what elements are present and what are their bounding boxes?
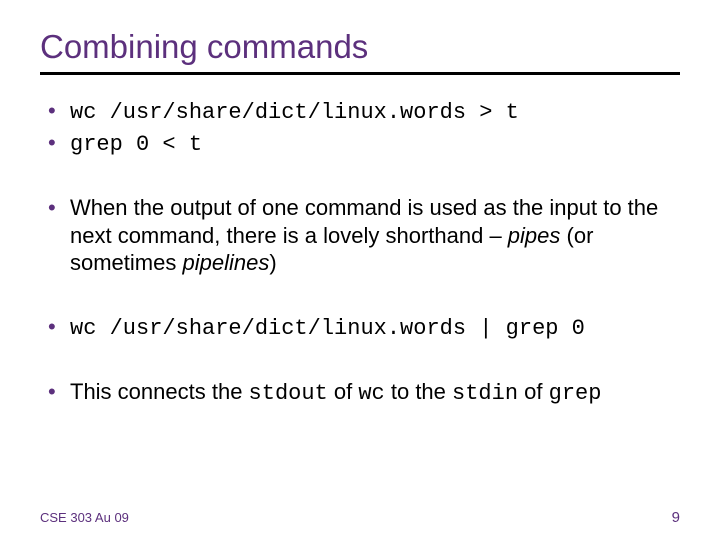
- bullet-list: When the output of one command is used a…: [40, 194, 680, 277]
- list-item: When the output of one command is used a…: [40, 194, 680, 277]
- list-item: This connects the stdout of wc to the st…: [40, 378, 680, 408]
- spacer: [40, 344, 680, 378]
- text: of: [518, 379, 549, 404]
- text: of: [328, 379, 359, 404]
- spacer: [40, 160, 680, 194]
- code-inline: stdin: [452, 381, 518, 406]
- code-line: grep 0 < t: [70, 132, 202, 157]
- text-italic: pipelines: [182, 250, 269, 275]
- text: to the: [385, 379, 452, 404]
- page-title: Combining commands: [40, 28, 680, 66]
- text-italic: pipes: [508, 223, 561, 248]
- footer: CSE 303 Au 09 9: [40, 509, 680, 526]
- list-item: wc /usr/share/dict/linux.words | grep 0: [40, 313, 680, 343]
- text: ): [269, 250, 276, 275]
- slide: Combining commands wc /usr/share/dict/li…: [0, 0, 720, 540]
- spacer: [40, 279, 680, 313]
- footer-page-number: 9: [672, 509, 680, 526]
- text: This connects the: [70, 379, 249, 404]
- code-inline: stdout: [249, 381, 328, 406]
- list-item: wc /usr/share/dict/linux.words > t: [40, 97, 680, 127]
- bullet-list: wc /usr/share/dict/linux.words | grep 0: [40, 313, 680, 343]
- list-item: grep 0 < t: [40, 129, 680, 159]
- bullet-list: This connects the stdout of wc to the st…: [40, 378, 680, 408]
- code-inline: wc: [358, 381, 384, 406]
- title-underline: [40, 72, 680, 75]
- footer-course: CSE 303 Au 09: [40, 510, 129, 525]
- code-inline: grep: [549, 381, 602, 406]
- code-line: wc /usr/share/dict/linux.words > t: [70, 100, 519, 125]
- code-line: wc /usr/share/dict/linux.words | grep 0: [70, 316, 585, 341]
- bullet-list: wc /usr/share/dict/linux.words > t grep …: [40, 97, 680, 158]
